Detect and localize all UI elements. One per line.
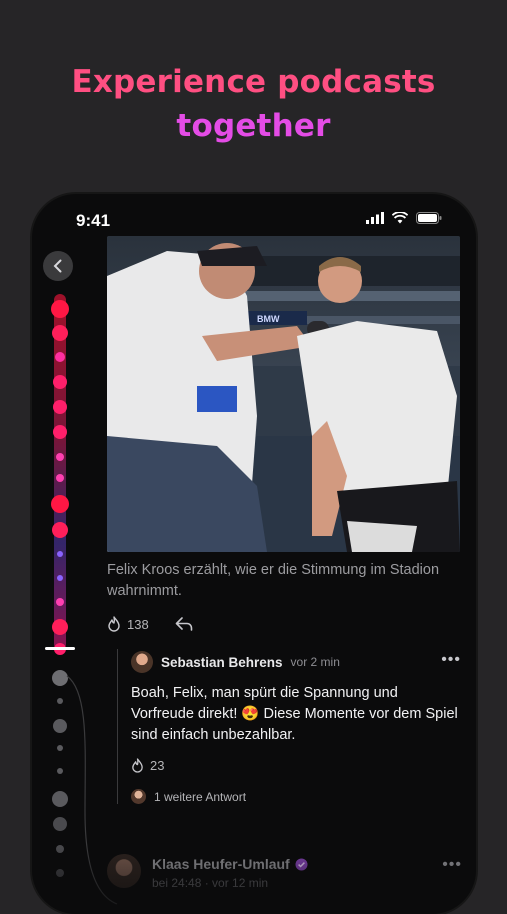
chevron-left-icon <box>53 259 62 273</box>
timeline-marker <box>52 619 68 635</box>
timeline-playhead[interactable] <box>45 647 75 650</box>
comment-header: Sebastian Behrens vor 2 min ••• <box>131 651 461 673</box>
headline-line-2: together <box>176 108 331 144</box>
comment: Sebastian Behrens vor 2 min ••• Boah, Fe… <box>131 651 461 804</box>
more-replies-label: 1 weitere Antwort <box>154 789 247 804</box>
more-options-icon[interactable]: ••• <box>442 856 462 874</box>
comment-time: vor 2 min <box>290 655 340 669</box>
timeline-marker <box>57 551 63 557</box>
timeline-track <box>54 294 66 650</box>
reply-icon[interactable] <box>175 617 193 631</box>
thread-line <box>117 649 118 804</box>
status-time: 9:41 <box>76 211 111 230</box>
post-reaction-count: 138 <box>127 616 149 632</box>
svg-text:BMW: BMW <box>257 314 280 324</box>
flame-icon[interactable] <box>131 758 144 773</box>
signal-icon <box>366 212 384 224</box>
battery-icon <box>416 212 442 224</box>
timeline-marker <box>51 300 69 318</box>
comment-text: Boah, Felix, man spürt die Spannung und … <box>131 685 458 743</box>
timeline-marker <box>53 375 67 389</box>
comment-2-header: Klaas Heufer-Umlauf <box>152 856 308 872</box>
avatar <box>131 789 146 804</box>
timeline-scrubber[interactable] <box>45 294 118 914</box>
timeline-marker <box>52 325 68 341</box>
flame-icon[interactable] <box>107 616 121 632</box>
timeline-marker <box>56 453 64 461</box>
post-photo[interactable]: BMW <box>107 236 460 552</box>
timeline-marker <box>56 598 64 606</box>
post-caption: Felix Kroos erzählt, wie er die Stimmung… <box>107 562 440 599</box>
back-button[interactable] <box>43 251 73 281</box>
more-replies-link[interactable]: 1 weitere Antwort <box>131 789 461 804</box>
comment-reaction-count: 23 <box>150 758 165 773</box>
status-icons <box>366 212 442 224</box>
timeline-marker <box>53 400 67 414</box>
phone-frame: 9:41 BMW Felix Kroos erzählt, wie er die… <box>32 194 476 914</box>
timeline-marker <box>56 474 64 482</box>
comment-2-time: bei 24:48 · vor 12 min <box>152 876 269 890</box>
comment-author[interactable]: Sebastian Behrens <box>161 655 283 670</box>
timeline-marker <box>55 352 65 362</box>
verified-icon <box>295 858 308 870</box>
avatar[interactable] <box>107 854 141 888</box>
timeline-marker <box>51 495 69 513</box>
comment-2-author[interactable]: Klaas Heufer-Umlauf <box>152 856 290 872</box>
timeline-marker <box>53 425 67 439</box>
comment-reactions: 23 <box>131 758 461 773</box>
headline-line-1: Experience podcasts <box>71 64 436 100</box>
stadium-photo: BMW <box>107 236 460 552</box>
wifi-icon <box>392 212 408 224</box>
avatar[interactable] <box>131 651 153 673</box>
more-options-icon[interactable]: ••• <box>441 651 461 669</box>
timeline-marker <box>52 522 68 538</box>
post-actions: 138 <box>107 616 193 632</box>
timeline-marker <box>57 575 63 581</box>
